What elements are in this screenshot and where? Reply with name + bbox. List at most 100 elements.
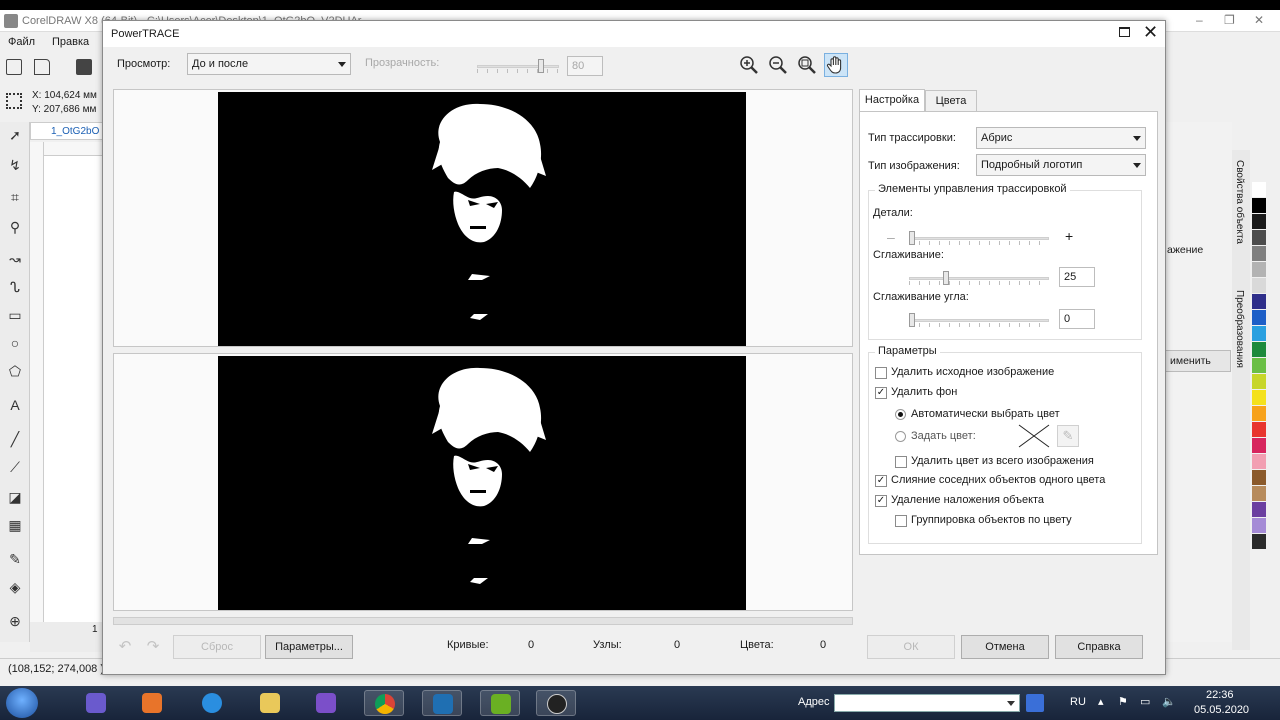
palette-swatch[interactable] bbox=[1252, 438, 1266, 453]
ellipse-tool-icon[interactable]: ○ bbox=[6, 334, 24, 352]
docker-apply-button[interactable]: именить bbox=[1165, 350, 1231, 372]
remove-overlap-checkbox[interactable]: ✓ bbox=[875, 495, 887, 507]
coord-x[interactable]: X: 104,624 мм bbox=[32, 90, 97, 101]
clock-time[interactable]: 22:36 bbox=[1206, 689, 1234, 701]
merge-adjacent-checkbox[interactable]: ✓ bbox=[875, 475, 887, 487]
polygon-tool-icon[interactable]: ⬠ bbox=[6, 362, 24, 380]
freehand-tool-icon[interactable]: ↝ bbox=[6, 250, 24, 268]
palette-swatch[interactable] bbox=[1252, 406, 1266, 421]
artistic-media-icon[interactable]: ᔐ bbox=[6, 278, 24, 296]
taskbar-internet-explorer[interactable] bbox=[192, 690, 232, 716]
menu-edit[interactable]: Правка bbox=[52, 36, 89, 48]
tab-colors[interactable]: Цвета bbox=[925, 90, 977, 112]
maximize-icon[interactable] bbox=[1119, 27, 1130, 37]
taskbar-obs[interactable] bbox=[536, 690, 576, 716]
connector-tool-icon[interactable]: ⟋ bbox=[6, 458, 24, 476]
preview-after[interactable] bbox=[113, 353, 853, 611]
palette-swatch[interactable] bbox=[1252, 518, 1266, 533]
close-icon[interactable]: ✕ bbox=[1143, 23, 1158, 41]
minimize-icon[interactable]: – bbox=[1196, 13, 1203, 27]
add-tool-icon[interactable]: ⊕ bbox=[6, 612, 24, 630]
document-tab[interactable]: 1_OtG2bO bbox=[30, 122, 110, 140]
palette-swatch[interactable] bbox=[1252, 454, 1266, 469]
page-number[interactable]: 1 bbox=[92, 624, 98, 635]
tab-settings[interactable]: Настройка bbox=[859, 89, 925, 112]
smoothing-value[interactable]: 25 bbox=[1059, 267, 1095, 287]
palette-swatch[interactable] bbox=[1252, 214, 1266, 229]
palette-swatch[interactable] bbox=[1252, 326, 1266, 341]
image-type-select[interactable]: Подробный логотип bbox=[976, 154, 1146, 176]
crop-tool-icon[interactable]: ⌗ bbox=[6, 188, 24, 206]
no-color-swatch-icon[interactable] bbox=[1017, 423, 1051, 449]
show-hidden-icons[interactable]: ▴ bbox=[1098, 695, 1104, 708]
save-icon[interactable] bbox=[76, 59, 92, 75]
object-origin-icon[interactable] bbox=[6, 93, 22, 109]
taskbar-video-editor[interactable] bbox=[422, 690, 462, 716]
eyedropper-icon[interactable]: ✎ bbox=[1057, 425, 1079, 447]
taskbar-visual-studio[interactable] bbox=[306, 690, 346, 716]
help-button[interactable]: Справка bbox=[1055, 635, 1143, 659]
redo-icon[interactable]: ↷ bbox=[141, 635, 165, 659]
palette-swatch[interactable] bbox=[1252, 374, 1266, 389]
zoom-fit-button[interactable] bbox=[795, 53, 819, 77]
undo-icon[interactable]: ↶ bbox=[113, 635, 137, 659]
zoom-in-button[interactable] bbox=[737, 53, 761, 77]
remove-color-all-checkbox[interactable] bbox=[895, 456, 907, 468]
taskbar-chrome[interactable] bbox=[364, 690, 404, 716]
transparency-slider[interactable] bbox=[477, 59, 559, 73]
taskbar-explorer[interactable] bbox=[250, 690, 290, 716]
volume-icon[interactable]: 🔈 bbox=[1162, 695, 1176, 708]
preview-before[interactable] bbox=[113, 89, 853, 347]
palette-swatch[interactable] bbox=[1252, 278, 1266, 293]
trace-type-select[interactable]: Абрис bbox=[976, 127, 1146, 149]
preview-scrollbar[interactable] bbox=[113, 617, 853, 625]
palette-swatch[interactable] bbox=[1252, 390, 1266, 405]
palette-swatch[interactable] bbox=[1252, 262, 1266, 277]
palette-swatch[interactable] bbox=[1252, 310, 1266, 325]
eyedropper-icon[interactable]: ✎ bbox=[6, 550, 24, 568]
network-icon[interactable]: ▭ bbox=[1140, 695, 1150, 708]
action-center-icon[interactable]: ⚑ bbox=[1118, 695, 1128, 708]
palette-swatch[interactable] bbox=[1252, 470, 1266, 485]
set-color-radio[interactable] bbox=[895, 431, 906, 442]
options-button[interactable]: Параметры... bbox=[265, 635, 353, 659]
pick-tool-icon[interactable]: ➚ bbox=[6, 126, 24, 144]
detail-slider[interactable] bbox=[909, 231, 1049, 245]
address-input[interactable] bbox=[834, 694, 1020, 712]
fill-tool-icon[interactable]: ◈ bbox=[6, 578, 24, 596]
go-arrow-icon[interactable] bbox=[1026, 694, 1044, 712]
reset-button[interactable]: Сброс bbox=[173, 635, 261, 659]
transparency-value[interactable]: 80 bbox=[567, 56, 603, 76]
cancel-button[interactable]: Отмена bbox=[961, 635, 1049, 659]
new-document-icon[interactable] bbox=[6, 59, 22, 75]
tab-transformations[interactable]: Преобразования bbox=[1234, 290, 1245, 368]
zoom-tool-icon[interactable]: ⚲ bbox=[6, 218, 24, 236]
restore-icon[interactable]: ❐ bbox=[1224, 13, 1235, 27]
pan-button[interactable] bbox=[824, 53, 848, 77]
tab-object-properties[interactable]: Свойства объекта bbox=[1234, 160, 1245, 244]
start-button-icon[interactable] bbox=[6, 688, 38, 718]
language-indicator[interactable]: RU bbox=[1070, 696, 1086, 708]
clock-date[interactable]: 05.05.2020 bbox=[1194, 704, 1249, 716]
ok-button[interactable]: ОК bbox=[867, 635, 955, 659]
taskbar-media-player[interactable] bbox=[132, 690, 172, 716]
palette-swatch[interactable] bbox=[1252, 534, 1266, 549]
app-close-icon[interactable]: ✕ bbox=[1254, 13, 1264, 27]
menu-file[interactable]: Файл bbox=[8, 36, 35, 48]
rectangle-tool-icon[interactable]: ▭ bbox=[6, 306, 24, 324]
drawing-canvas[interactable] bbox=[44, 156, 110, 622]
slider-thumb[interactable] bbox=[943, 271, 949, 285]
corner-smoothing-value[interactable]: 0 bbox=[1059, 309, 1095, 329]
corner-smoothing-slider[interactable] bbox=[909, 313, 1049, 327]
palette-swatch[interactable] bbox=[1252, 182, 1266, 197]
smoothing-slider[interactable] bbox=[909, 271, 1049, 285]
palette-swatch[interactable] bbox=[1252, 502, 1266, 517]
text-tool-icon[interactable]: A bbox=[6, 396, 24, 414]
shape-tool-icon[interactable]: ↯ bbox=[6, 156, 24, 174]
palette-swatch[interactable] bbox=[1252, 230, 1266, 245]
palette-swatch[interactable] bbox=[1252, 486, 1266, 501]
palette-swatch[interactable] bbox=[1252, 422, 1266, 437]
coord-y[interactable]: Y: 207,686 мм bbox=[32, 104, 96, 115]
taskbar-coreldraw[interactable] bbox=[480, 690, 520, 716]
remove-original-checkbox[interactable] bbox=[875, 367, 887, 379]
